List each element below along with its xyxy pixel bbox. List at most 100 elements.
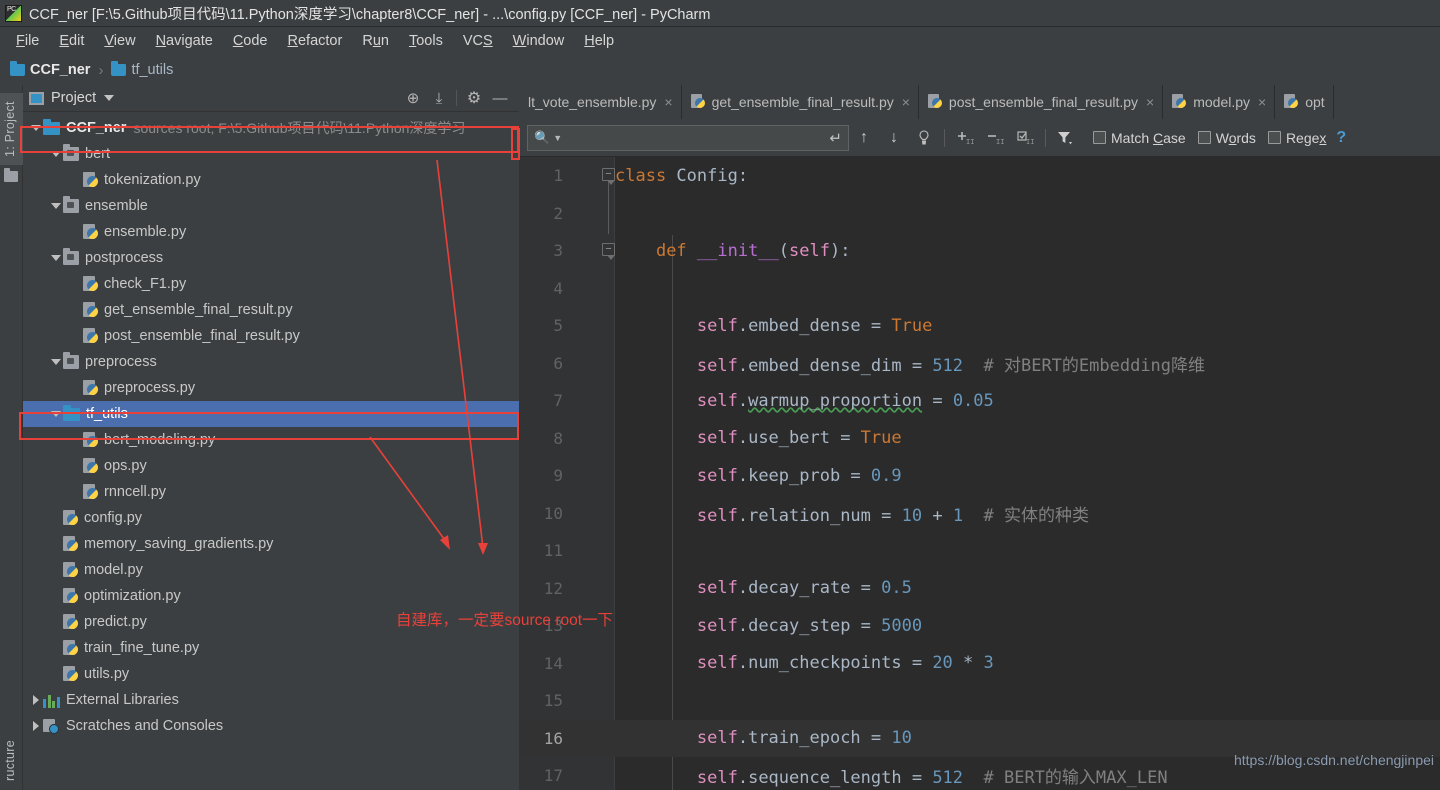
filter-icon[interactable] xyxy=(1051,124,1081,152)
expand-arrow-down-icon[interactable] xyxy=(49,151,63,157)
code-line[interactable]: 11 xyxy=(519,532,1440,570)
code-line[interactable]: 14 self.num_checkpoints = 20 * 3 xyxy=(519,645,1440,683)
help-icon[interactable]: ? xyxy=(1336,129,1346,147)
code-line[interactable]: 5 self.embed_dense = True xyxy=(519,307,1440,345)
code-line[interactable]: 17 self.sequence_length = 512 # BERT的输入M… xyxy=(519,757,1440,790)
menu-item-tools[interactable]: Tools xyxy=(399,31,453,51)
close-icon[interactable]: × xyxy=(902,94,910,110)
find-input-wrap[interactable]: 🔍 ▼ ↵ xyxy=(527,124,849,151)
editor-tab-lt_vote_ensemble-py[interactable]: lt_vote_ensemble.py × xyxy=(519,85,682,119)
search-history-chevron-icon[interactable]: ▼ xyxy=(553,133,562,143)
tree-item-postprocess[interactable]: postprocess xyxy=(23,245,519,271)
project-tree[interactable]: CCF_ner sources root, F:\5.Github项目代码\11.… xyxy=(23,112,519,788)
tree-item-config-py[interactable]: config.py xyxy=(23,505,519,531)
tree-item-rnncell-py[interactable]: rnncell.py xyxy=(23,479,519,505)
tree-item-ops-py[interactable]: ops.py xyxy=(23,453,519,479)
editor-tab-get_ensemble_final_result-py[interactable]: get_ensemble_final_result.py × xyxy=(682,85,919,119)
expand-arrow-down-icon[interactable] xyxy=(49,255,63,261)
tree-item-bert[interactable]: bert xyxy=(23,141,519,167)
tree-item-tokenization-py[interactable]: tokenization.py xyxy=(23,167,519,193)
code-line[interactable]: 3 def __init__(self): xyxy=(519,232,1440,270)
tree-item-bert_modeling-py[interactable]: bert_modeling.py xyxy=(23,427,519,453)
breadcrumb-item-tf_utils[interactable]: tf_utils xyxy=(111,61,173,78)
hide-panel-icon[interactable]: — xyxy=(487,87,513,109)
editor-tab-opt[interactable]: opt xyxy=(1275,85,1334,119)
select-occurrence-icon[interactable]: II xyxy=(1010,124,1040,152)
tree-item-check_f1-py[interactable]: check_F1.py xyxy=(23,271,519,297)
menu-item-code[interactable]: Code xyxy=(223,31,278,51)
menu-item-run[interactable]: Run xyxy=(352,31,399,51)
code-line[interactable]: 10 self.relation_num = 10 + 1 # 实体的种类 xyxy=(519,495,1440,533)
tree-item-memory_saving_gradients-py[interactable]: memory_saving_gradients.py xyxy=(23,531,519,557)
tree-item-scratches-and-consoles[interactable]: Scratches and Consoles xyxy=(23,713,519,739)
menu-item-file[interactable]: File xyxy=(6,31,49,51)
tree-item-external-libraries[interactable]: External Libraries xyxy=(23,687,519,713)
tree-item-optimization-py[interactable]: optimization.py xyxy=(23,583,519,609)
code-token: .train_epoch = xyxy=(737,728,892,749)
tree-item-ensemble[interactable]: ensemble xyxy=(23,193,519,219)
favorites-folder-icon[interactable] xyxy=(4,168,18,182)
tree-item-train_fine_tune-py[interactable]: train_fine_tune.py xyxy=(23,635,519,661)
regex-box[interactable] xyxy=(1267,131,1281,144)
close-icon[interactable]: × xyxy=(1258,94,1266,110)
code-line[interactable]: 1 class Config: xyxy=(519,157,1440,195)
words-checkbox[interactable]: Words xyxy=(1197,130,1256,146)
menu-item-help[interactable]: Help xyxy=(574,31,624,51)
tree-item-predict-py[interactable]: predict.py xyxy=(23,609,519,635)
code-line[interactable]: 2 xyxy=(519,195,1440,233)
close-icon[interactable]: × xyxy=(664,94,672,110)
menu-item-edit[interactable]: Edit xyxy=(49,31,94,51)
match-case-checkbox[interactable]: Match Case xyxy=(1093,130,1186,146)
expand-arrow-down-icon[interactable] xyxy=(49,411,63,417)
add-line-icon[interactable]: II xyxy=(950,124,980,152)
expand-arrow-down-icon[interactable] xyxy=(49,359,63,365)
code-line[interactable]: 6 self.embed_dense_dim = 512 # 对BERT的Emb… xyxy=(519,345,1440,383)
find-previous-icon[interactable]: ↑ xyxy=(849,124,879,152)
settings-gear-icon[interactable]: ⚙ xyxy=(461,87,487,109)
match-case-box[interactable] xyxy=(1093,131,1106,144)
code-line[interactable]: 7 self.warmup_proportion = 0.05 xyxy=(519,382,1440,420)
tree-item-preprocess-py[interactable]: preprocess.py xyxy=(23,375,519,401)
find-next-icon[interactable]: ↓ xyxy=(879,124,909,152)
code-line[interactable]: 15 xyxy=(519,682,1440,720)
menu-item-refactor[interactable]: Refactor xyxy=(278,31,353,51)
code-line[interactable]: 13 self.decay_step = 5000 xyxy=(519,607,1440,645)
expand-arrow-right-icon[interactable] xyxy=(29,695,43,705)
tree-item-utils-py[interactable]: utils.py xyxy=(23,661,519,687)
tree-item-ensemble-py[interactable]: ensemble.py xyxy=(23,219,519,245)
editor-tab-model-py[interactable]: model.py × xyxy=(1163,85,1276,119)
regex-checkbox[interactable]: Regex xyxy=(1267,130,1326,146)
chevron-down-icon[interactable] xyxy=(104,95,115,101)
code-line[interactable]: 9 self.keep_prob = 0.9 xyxy=(519,457,1440,495)
locate-icon[interactable]: ⊕ xyxy=(400,87,426,109)
search-input[interactable] xyxy=(566,130,830,145)
menu-item-window[interactable]: Window xyxy=(503,31,575,51)
words-box[interactable] xyxy=(1197,131,1211,144)
tree-item-ccf_ner[interactable]: CCF_ner sources root, F:\5.Github项目代码\11.… xyxy=(23,115,519,141)
collapse-all-icon[interactable]: ⤓ xyxy=(426,87,452,109)
tree-item-post_ensemble_final_result-py[interactable]: post_ensemble_final_result.py xyxy=(23,323,519,349)
code-line[interactable]: 12 self.decay_rate = 0.5 xyxy=(519,570,1440,608)
menu-item-vcs[interactable]: VCS xyxy=(453,31,503,51)
remove-line-icon[interactable]: II xyxy=(980,124,1010,152)
code-line[interactable]: 8 self.use_bert = True xyxy=(519,420,1440,458)
breadcrumb-item-CCF_ner[interactable]: CCF_ner xyxy=(10,61,90,78)
code-editor[interactable]: − − 1 class Config: 2 3 def __init__(self):… xyxy=(519,157,1440,790)
tool-tab-structure[interactable]: ructure xyxy=(0,725,23,790)
editor-tab-post_ensemble_final_result-py[interactable]: post_ensemble_final_result.py × xyxy=(919,85,1164,119)
menu-item-view[interactable]: View xyxy=(94,31,145,51)
expand-arrow-down-icon[interactable] xyxy=(49,203,63,209)
select-all-occurrences-icon[interactable] xyxy=(909,124,939,152)
expand-arrow-down-icon[interactable] xyxy=(29,125,43,131)
tool-tab-project[interactable]: 1: Project xyxy=(0,93,23,165)
tree-item-preprocess[interactable]: preprocess xyxy=(23,349,519,375)
tree-item-tf_utils[interactable]: tf_utils xyxy=(23,401,519,427)
close-icon[interactable]: × xyxy=(1146,94,1154,110)
expand-arrow-right-icon[interactable] xyxy=(29,721,43,731)
code-line[interactable]: 4 xyxy=(519,270,1440,308)
menu-item-navigate[interactable]: Navigate xyxy=(146,31,223,51)
tree-item-get_ensemble_final_result-py[interactable]: get_ensemble_final_result.py xyxy=(23,297,519,323)
code-line[interactable]: 16 self.train_epoch = 10 xyxy=(519,719,1440,757)
tree-item-model-py[interactable]: model.py xyxy=(23,557,519,583)
